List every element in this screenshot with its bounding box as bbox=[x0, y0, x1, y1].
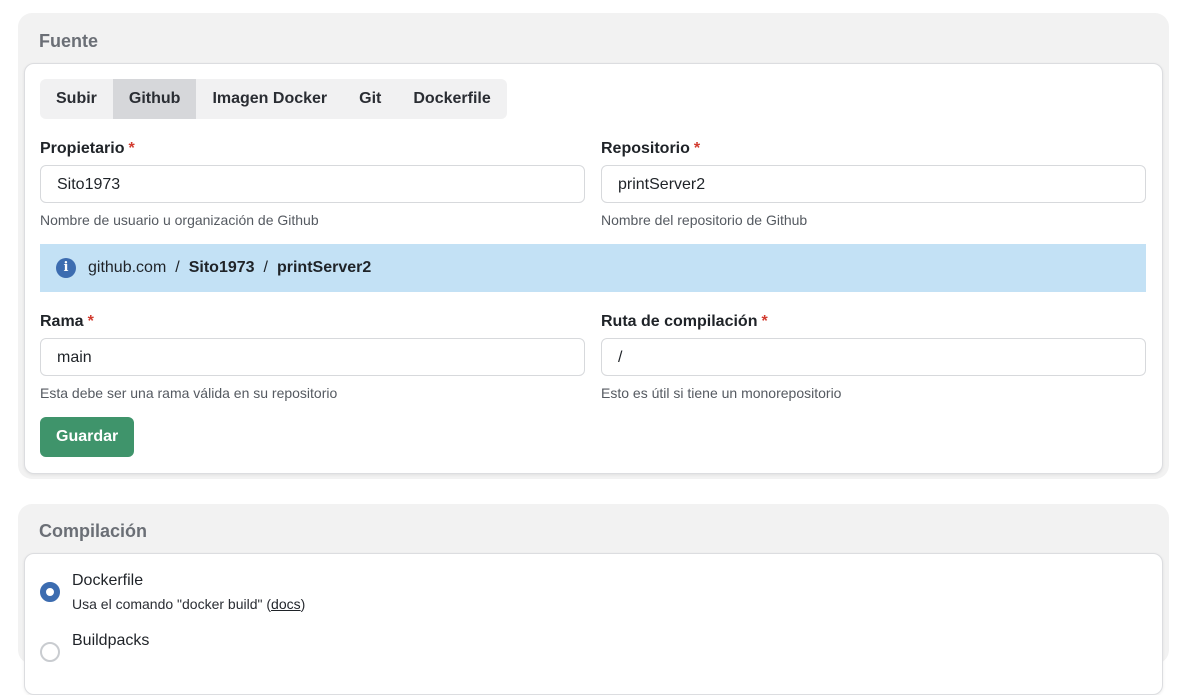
info-sep: / bbox=[175, 259, 180, 276]
info-owner: Sito1973 bbox=[188, 259, 255, 276]
owner-field: Propietario * Sito1973 Nombre de usuario … bbox=[40, 139, 585, 228]
build-title: Compilación bbox=[39, 521, 148, 541]
owner-help: Nombre de usuario u organización de Gith… bbox=[40, 212, 319, 228]
option-title: Dockerfile bbox=[72, 572, 144, 589]
branch-field: Rama * main Esta debe ser una rama válida… bbox=[40, 312, 585, 401]
build-panel: Compilación Dockerfile Usa el comando "d… bbox=[18, 504, 1169, 695]
info-sep: / bbox=[263, 259, 268, 276]
tab-imagen-docker[interactable]: Imagen Docker bbox=[196, 79, 343, 119]
build-card: Dockerfile Usa el comando "docker build"… bbox=[24, 553, 1163, 695]
required-mark: * bbox=[761, 313, 768, 330]
repo-label: Repositorio bbox=[601, 140, 690, 157]
tab-git[interactable]: Git bbox=[343, 79, 397, 119]
info-repo: printServer2 bbox=[276, 259, 372, 276]
build-path-help: Esto es útil si tiene un monorepositorio bbox=[601, 385, 842, 401]
radio-unselected[interactable] bbox=[40, 642, 60, 662]
repo-field: Repositorio * printServer2 Nombre del rep… bbox=[601, 139, 1146, 228]
tab-github[interactable]: Github bbox=[112, 79, 197, 119]
owner-input[interactable]: Sito1973 bbox=[40, 165, 585, 203]
info-icon: i bbox=[56, 258, 76, 278]
build-path-input[interactable]: / bbox=[601, 338, 1146, 376]
option-desc-text: Usa el comando "docker build" ( bbox=[72, 596, 272, 612]
branch-label: Rama bbox=[40, 313, 84, 330]
branch-help: Esta debe ser una rama válida en su repo… bbox=[40, 385, 338, 401]
option-title: Buildpacks bbox=[72, 632, 150, 649]
radio-selected[interactable] bbox=[40, 582, 60, 602]
source-tabs: Subir Github Imagen Docker Git Dockerfil… bbox=[40, 79, 507, 119]
docs-link[interactable]: docs bbox=[271, 596, 301, 612]
repo-help: Nombre del repositorio de Github bbox=[601, 212, 808, 228]
source-title: Fuente bbox=[39, 31, 99, 51]
build-path-field: Ruta de compilación * / Esto es útil si t… bbox=[601, 312, 1146, 401]
option-desc-suffix: ) bbox=[300, 596, 306, 612]
save-button[interactable]: Guardar bbox=[40, 417, 135, 457]
owner-label: Propietario bbox=[40, 140, 125, 157]
build-path-label: Ruta de compilación bbox=[601, 313, 758, 330]
required-mark: * bbox=[128, 140, 135, 157]
tab-dockerfile[interactable]: Dockerfile bbox=[397, 79, 506, 119]
tab-subir[interactable]: Subir bbox=[40, 79, 113, 119]
option-description: Usa el comando "docker build" (docs) bbox=[72, 596, 305, 612]
required-mark: * bbox=[693, 140, 701, 157]
source-panel: Fuente Subir Github Imagen Docker Git Do… bbox=[18, 13, 1169, 479]
source-card: Subir Github Imagen Docker Git Dockerfil… bbox=[24, 63, 1163, 474]
repo-input[interactable]: printServer2 bbox=[601, 165, 1146, 203]
branch-input[interactable]: main bbox=[40, 338, 585, 376]
repo-path-info: i github.com / Sito1973 / printServer2 bbox=[40, 244, 1146, 292]
info-host: github.com bbox=[88, 259, 167, 276]
required-mark: * bbox=[87, 313, 94, 330]
